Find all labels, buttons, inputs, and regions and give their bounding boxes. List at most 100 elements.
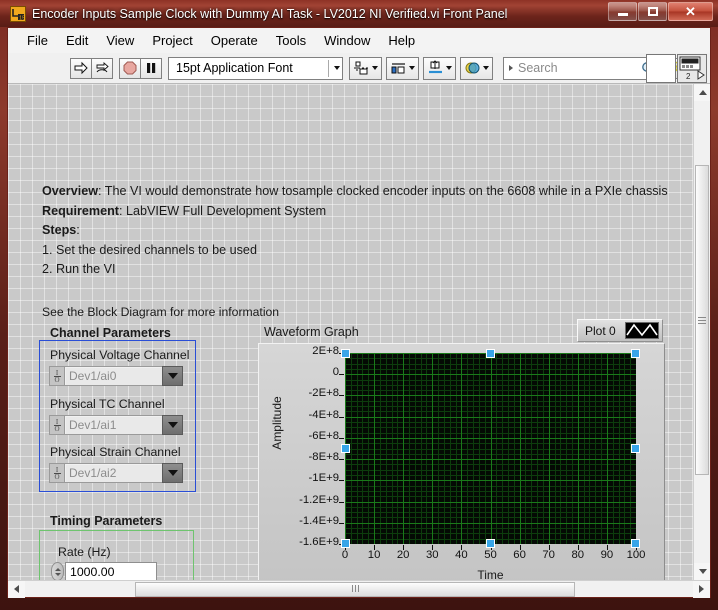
window-titlebar[interactable]: 15 Encoder Inputs Sample Clock with Dumm…: [0, 0, 718, 27]
scroll-up-icon: [698, 90, 707, 95]
window-client-area: File Edit View Project Operate Tools Win…: [7, 27, 711, 598]
resize-handle[interactable]: [485, 539, 495, 548]
resize-handle[interactable]: [341, 443, 350, 453]
rate-hz-label: Rate (Hz): [58, 545, 111, 559]
physical-voltage-channel-label: Physical Voltage Channel: [50, 348, 190, 362]
step-2-text: 2. Run the VI: [42, 262, 116, 276]
reorder-button[interactable]: [460, 56, 493, 80]
menu-item-window[interactable]: Window: [315, 30, 379, 51]
plot-legend[interactable]: Plot 0: [577, 319, 663, 342]
scroll-left-button[interactable]: [8, 580, 25, 598]
maximize-button[interactable]: [638, 2, 667, 21]
x-tick-mark: [606, 545, 608, 550]
grip-icon: [351, 580, 360, 598]
menu-item-tools[interactable]: Tools: [267, 30, 315, 51]
align-objects-button[interactable]: [349, 56, 382, 80]
x-tick-mark: [577, 545, 579, 550]
see-block-diagram-text: See the Block Diagram for more informati…: [42, 305, 280, 319]
physical-tc-channel-label: Physical TC Channel: [50, 397, 165, 411]
x-tick-label: 60: [513, 549, 526, 561]
run-continuously-button[interactable]: [91, 57, 113, 79]
vi-icon-number: 2: [686, 72, 691, 81]
resize-handle[interactable]: [341, 539, 350, 548]
vertical-scrollbar-thumb[interactable]: [695, 165, 709, 475]
font-selector[interactable]: 15pt Application Font: [168, 56, 343, 80]
menu-item-file[interactable]: File: [18, 30, 57, 51]
description-line: Steps:: [42, 221, 668, 241]
chevron-down-icon: [483, 66, 489, 70]
physical-strain-channel-value[interactable]: Dev1/ai2: [64, 463, 162, 483]
connector-pane[interactable]: [646, 54, 676, 83]
physical-tc-channel-control[interactable]: IO Dev1/ai1: [49, 415, 183, 435]
scroll-up-button[interactable]: [694, 84, 710, 101]
minimize-button[interactable]: [608, 2, 637, 21]
y-tick-label: 2E+8: [312, 345, 339, 357]
physical-strain-channel-control[interactable]: IO Dev1/ai2: [49, 463, 183, 483]
y-tick-label: -1.2E+9: [299, 493, 339, 506]
physical-voltage-channel-value[interactable]: Dev1/ai0: [64, 366, 162, 386]
physical-voltage-channel-control[interactable]: IO Dev1/ai0: [49, 366, 183, 386]
chevron-down-icon: [446, 66, 452, 70]
x-tick-mark: [548, 545, 550, 550]
requirement-text: LabVIEW Full Development System: [122, 203, 327, 218]
grip-icon: [698, 315, 706, 326]
horizontal-scrollbar-thumb[interactable]: [135, 580, 575, 598]
resize-handle[interactable]: [631, 443, 640, 453]
physical-tc-channel-dropdown[interactable]: [162, 415, 183, 435]
scroll-down-button[interactable]: [694, 563, 710, 580]
x-axis-label: Time: [477, 568, 504, 580]
menu-item-project[interactable]: Project: [143, 30, 201, 51]
distribute-objects-button[interactable]: [386, 56, 419, 80]
front-panel-wrapper: Overview: The VI would demonstrate how t…: [8, 84, 710, 580]
description-line: Requirement: LabVIEW Full Development Sy…: [42, 202, 668, 222]
plot-line-swatch[interactable]: [625, 322, 659, 339]
step-1-text: 1. Set the desired channels to be used: [42, 242, 257, 257]
resize-handle[interactable]: [631, 349, 640, 358]
run-button[interactable]: [70, 57, 92, 79]
menu-item-edit[interactable]: Edit: [57, 30, 97, 51]
pause-button[interactable]: [140, 57, 162, 79]
menu-item-view[interactable]: View: [97, 30, 143, 51]
labview-vi-icon: 15: [10, 5, 26, 22]
vertical-scrollbar[interactable]: [693, 84, 710, 580]
y-tick-mark: [339, 501, 344, 503]
resize-objects-button[interactable]: [423, 56, 456, 80]
abort-button[interactable]: [119, 57, 141, 79]
overview-label: Overview: [42, 184, 99, 198]
vi-icon-pane[interactable]: 2: [677, 54, 707, 83]
resize-handle[interactable]: [485, 349, 495, 358]
waveform-graph-title: Waveform Graph: [264, 325, 359, 339]
menu-item-help[interactable]: Help: [379, 30, 424, 51]
resize-handle[interactable]: [341, 349, 350, 358]
run-continuously-icon: [96, 62, 109, 73]
vi-icon-panes: 2: [646, 54, 707, 83]
resize-objects-icon: [429, 59, 442, 73]
horizontal-scrollbar[interactable]: [8, 580, 710, 598]
rate-hz-value[interactable]: 1000.00: [65, 562, 157, 580]
distribute-objects-icon: [391, 62, 405, 73]
requirement-label: Requirement: [42, 203, 119, 218]
physical-strain-channel-dropdown[interactable]: [162, 463, 183, 483]
front-panel[interactable]: Overview: The VI would demonstrate how t…: [8, 84, 693, 580]
close-button[interactable]: ✕: [668, 2, 713, 21]
physical-tc-channel-value[interactable]: Dev1/ai1: [64, 415, 162, 435]
x-tick-label: 30: [426, 549, 439, 561]
divider: [328, 59, 329, 77]
rate-hz-stepper[interactable]: [51, 562, 64, 580]
waveform-graph[interactable]: Amplitude Time 2E+8 0 -2E+8 -4E+8 -6E+8 -8E+8…: [258, 343, 665, 580]
rate-hz-control[interactable]: 1000.00: [51, 561, 157, 580]
y-tick-label: -1.4E+9: [299, 514, 339, 527]
chevron-down-icon: [409, 66, 415, 70]
physical-voltage-channel-dropdown[interactable]: [162, 366, 183, 386]
menu-item-operate[interactable]: Operate: [202, 30, 267, 51]
search-input[interactable]: Search: [503, 56, 661, 80]
chevron-down-icon: [167, 422, 178, 428]
resize-handle[interactable]: [631, 539, 640, 548]
scroll-right-button[interactable]: [693, 580, 710, 598]
x-tick-label: 20: [396, 549, 410, 561]
svg-text:15: 15: [19, 15, 25, 21]
x-tick-label: 10: [367, 549, 381, 561]
plot-area[interactable]: [345, 353, 636, 544]
chevron-down-icon: [167, 470, 178, 476]
x-tick-label: 100: [626, 549, 646, 561]
